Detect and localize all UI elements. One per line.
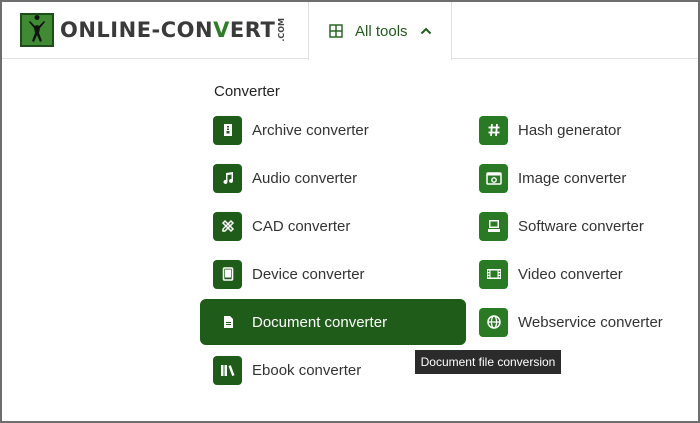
menu-item-video-converter[interactable]: Video converter (467, 251, 697, 297)
cad-tools-icon (213, 211, 242, 241)
top-bar: ONLINE-CONVERT .COM All tools (2, 2, 698, 60)
hash-icon (479, 115, 508, 145)
menu-item-software-converter[interactable]: Software converter (467, 203, 697, 249)
page-frame: ONLINE-CONVERT .COM All tools Converter … (0, 0, 700, 423)
menu-item-label: Webservice converter (518, 313, 663, 331)
tooltip: Document file conversion (415, 350, 561, 374)
menu-item-label: Audio converter (252, 169, 358, 187)
menu-item-label: Ebook converter (252, 361, 362, 379)
all-tools-label: All tools (355, 22, 408, 40)
logo-wordmark: ONLINE-CONVERT (60, 18, 276, 42)
archive-icon (213, 115, 242, 145)
books-icon (213, 355, 242, 385)
tablet-icon (213, 259, 242, 289)
menu-item-device-converter[interactable]: Device converter (200, 251, 466, 297)
menu-item-label: Software converter (518, 217, 644, 235)
section-title: Converter (214, 83, 280, 100)
menu-item-label: Device converter (252, 265, 365, 283)
all-tools-toggle[interactable]: All tools (308, 2, 452, 60)
menu-item-label: Hash generator (518, 121, 622, 139)
music-note-icon (213, 163, 242, 193)
menu-item-label: Video converter (518, 265, 623, 283)
document-icon (213, 308, 242, 337)
chevron-up-icon (420, 27, 431, 35)
menu-item-label: Archive converter (252, 121, 369, 139)
site-logo[interactable]: ONLINE-CONVERT .COM (20, 12, 286, 48)
menu-item-hash-generator[interactable]: Hash generator (467, 107, 697, 153)
menu-item-webservice-converter[interactable]: Webservice converter (467, 299, 697, 345)
monitor-icon (479, 211, 508, 241)
logo-figure-icon (20, 13, 54, 47)
grid-icon (329, 24, 343, 38)
logo-com: .COM (277, 18, 287, 42)
menu-item-label: Image converter (518, 169, 627, 187)
menu-item-archive-converter[interactable]: Archive converter (200, 107, 466, 153)
menu-item-audio-converter[interactable]: Audio converter (200, 155, 466, 201)
globe-icon (479, 307, 508, 337)
image-icon (479, 163, 508, 193)
menu-item-label: CAD converter (252, 217, 351, 235)
menu-item-document-converter[interactable]: Document converter (200, 299, 466, 345)
menu-item-cad-converter[interactable]: CAD converter (200, 203, 466, 249)
film-icon (479, 259, 508, 289)
menu-item-label: Document converter (252, 313, 388, 331)
menu-item-image-converter[interactable]: Image converter (467, 155, 697, 201)
